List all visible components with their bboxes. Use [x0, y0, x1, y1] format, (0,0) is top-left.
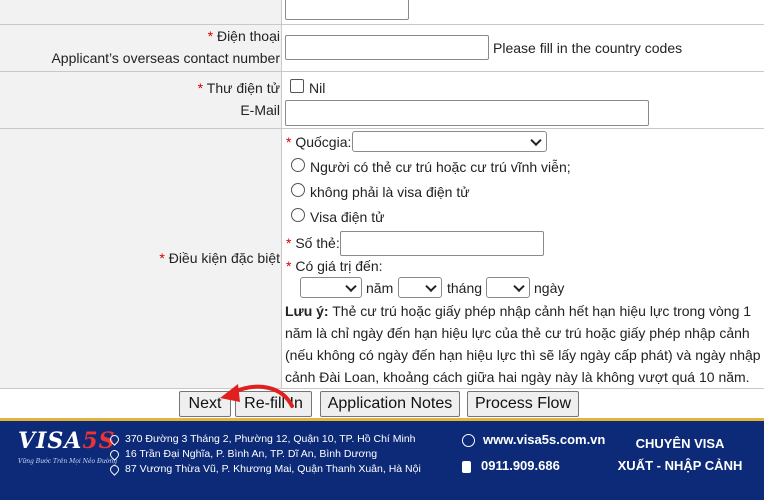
note-line: (nếu không có ngày đến hạn hiệu lực thì … — [285, 347, 761, 363]
month-label: tháng — [447, 280, 483, 296]
phone-link[interactable]: 0911.909.686 — [462, 458, 560, 473]
note-block: Lưu ý: Thẻ cư trú hoặc giấy phép nhập cả… — [285, 300, 763, 388]
email-label-en: E-Mail — [240, 102, 280, 118]
phone-hint: Please fill in the country codes — [493, 40, 683, 56]
country-label-text: Quốcgia: — [295, 134, 352, 150]
required-mark: * — [286, 134, 292, 150]
address-text: 16 Trần Đại Nghĩa, P. Bình An, TP. Dĩ An… — [125, 448, 378, 460]
day-select[interactable] — [486, 277, 530, 298]
phone-label: * Điện thoại — [208, 28, 280, 44]
radio-resident[interactable] — [291, 158, 305, 172]
phone-text: 0911.909.686 — [481, 458, 560, 473]
valid-until-label-text: Có giá trị đến: — [295, 258, 383, 274]
row-divider — [0, 128, 764, 129]
required-mark: * — [286, 258, 292, 274]
option-resident: Người có thẻ cư trú hoặc cư trú vĩnh viễ… — [310, 159, 571, 175]
email-input[interactable] — [285, 100, 649, 126]
row-divider — [0, 24, 764, 25]
brand-logo: VISA5S Vững Bước Trên Mọi Nẻo Đường — [18, 428, 118, 488]
phone-label-vi: Điện thoại — [216, 28, 280, 44]
note-title: Lưu ý: — [285, 303, 329, 319]
note-line: Lưu ý: Thẻ cư trú hoặc giấy phép nhập cả… — [285, 300, 763, 322]
website-text: www.visa5s.com.vn — [483, 432, 606, 447]
card-number-label-text: Số thẻ: — [295, 235, 340, 251]
chevron-down-icon — [530, 134, 542, 146]
email-label-vi: Thư điện tử — [206, 80, 280, 96]
map-pin-icon — [108, 462, 121, 476]
map-pin-icon — [108, 432, 121, 446]
chevron-down-icon — [345, 280, 357, 292]
card-number-input[interactable] — [340, 231, 544, 256]
note-line: năm là chỉ ngày đến hạn hiệu lực của thẻ… — [285, 325, 750, 341]
logo-text: VISA — [18, 428, 83, 454]
month-select[interactable] — [398, 277, 442, 298]
special-condition-text: Điều kiện đặc biệt — [168, 250, 280, 266]
country-label: * Quốcgia: — [286, 134, 351, 150]
logo-mark: VISA5S — [18, 428, 115, 454]
address-line: 87 Vương Thừa Vũ, P. Khương Mai, Quận Th… — [108, 462, 421, 476]
application-notes-button[interactable]: Application Notes — [320, 391, 460, 417]
map-pin-icon — [108, 447, 121, 461]
radio-non-evisa[interactable] — [291, 183, 305, 197]
row-divider — [0, 388, 764, 389]
option-non-evisa: không phải là visa điện tử — [310, 184, 470, 200]
row-divider — [0, 71, 764, 72]
nil-label: Nil — [309, 80, 326, 96]
previous-field-input[interactable] — [285, 0, 409, 20]
option-evisa: Visa điện tử — [310, 209, 385, 225]
required-mark: * — [159, 250, 165, 266]
valid-until-label: * Có giá trị đến: — [286, 258, 383, 274]
note-line: cảnh Đài Loan, khoảng cách giữa hai ngày… — [285, 369, 750, 385]
address-line: 370 Đường 3 Tháng 2, Phường 12, Quận 10,… — [108, 432, 416, 446]
pointer-arrow-icon — [220, 384, 294, 408]
chevron-down-icon — [425, 280, 437, 292]
required-mark: * — [197, 80, 204, 96]
note-text: Thẻ cư trú hoặc giấy phép nhập cảnh hết … — [332, 303, 752, 319]
footer-banner: VISA5S Vững Bước Trên Mọi Nẻo Đường 370 … — [0, 418, 764, 500]
slogan-line-1: CHUYÊN VISA — [635, 436, 725, 451]
slogan-line-2: XUẤT - NHẬP CẢNH — [617, 458, 743, 473]
phone-input[interactable] — [285, 35, 489, 60]
phone-label-en: Applicant’s overseas contact number — [51, 50, 280, 66]
globe-icon — [462, 434, 475, 448]
address-text: 87 Vương Thừa Vũ, P. Khương Mai, Quận Th… — [125, 463, 421, 475]
radio-evisa[interactable] — [291, 208, 305, 222]
card-number-label: * Số thẻ: — [286, 235, 340, 251]
nil-checkbox[interactable] — [290, 79, 304, 93]
email-label: * Thư điện tử — [198, 80, 280, 96]
website-link[interactable]: www.visa5s.com.vn — [462, 432, 606, 448]
address-line: 16 Trần Đại Nghĩa, P. Bình An, TP. Dĩ An… — [108, 447, 378, 461]
country-select[interactable] — [352, 131, 547, 152]
phone-icon — [462, 460, 471, 473]
footer-stripe — [0, 418, 764, 421]
year-select[interactable] — [300, 277, 362, 298]
logo-tagline: Vững Bước Trên Mọi Nẻo Đường — [18, 458, 118, 465]
day-label: ngày — [534, 280, 565, 296]
special-condition-label: * Điều kiện đặc biệt — [159, 250, 280, 266]
required-mark: * — [286, 235, 292, 251]
process-flow-button[interactable]: Process Flow — [467, 391, 579, 417]
address-text: 370 Đường 3 Tháng 2, Phường 12, Quận 10,… — [125, 433, 416, 445]
year-label: năm — [366, 280, 394, 296]
required-mark: * — [207, 28, 214, 44]
application-form: * Điện thoại Applicant’s overseas contac… — [0, 0, 764, 417]
chevron-down-icon — [513, 280, 525, 292]
